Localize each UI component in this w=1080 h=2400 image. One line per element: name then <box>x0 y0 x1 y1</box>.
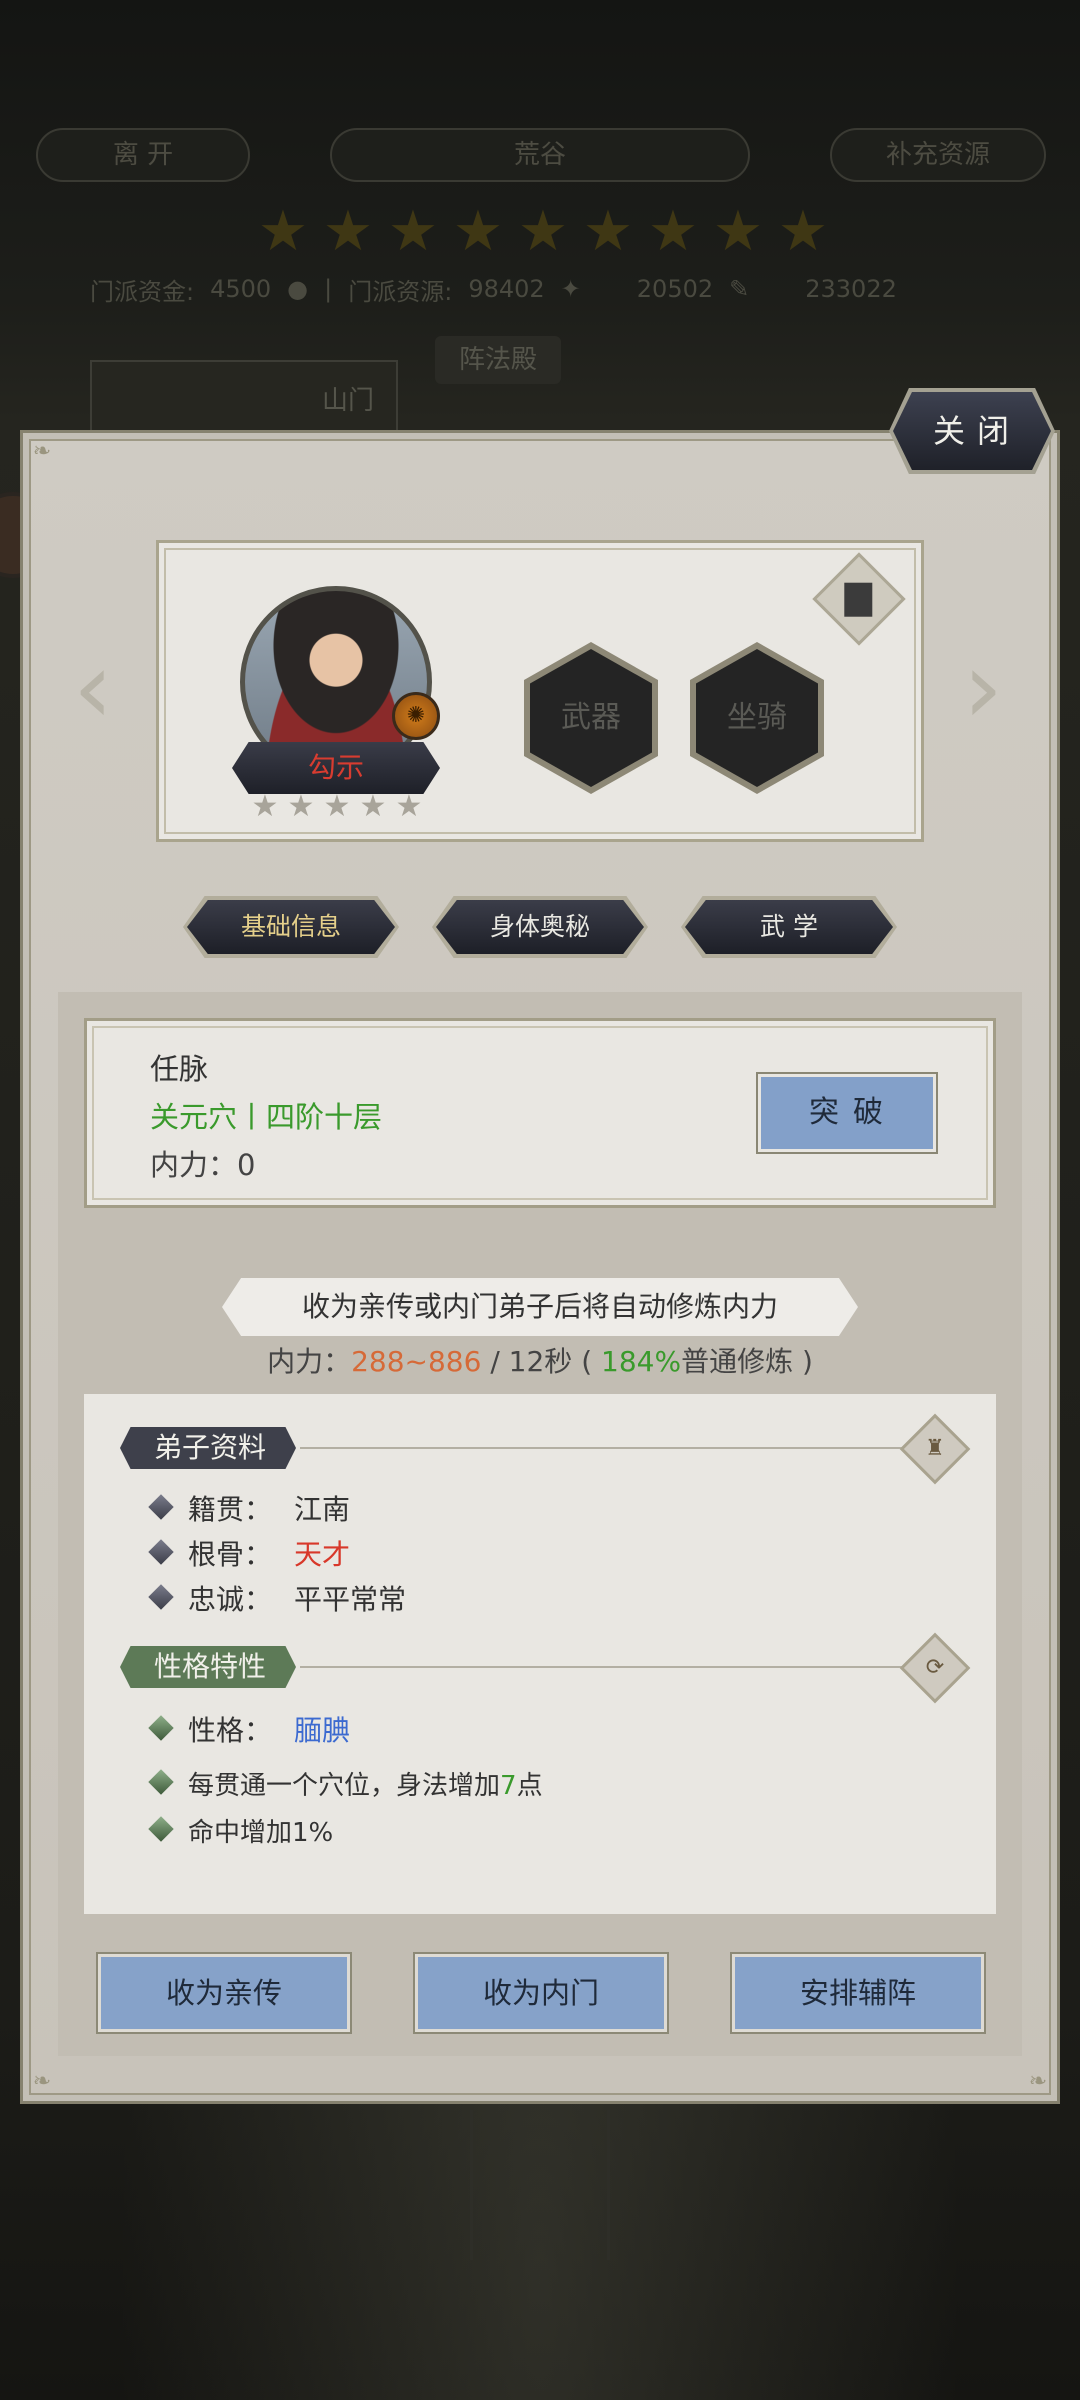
breakthrough-button[interactable]: 突破 <box>758 1074 936 1152</box>
rate-mid: / 12秒 ( <box>481 1345 602 1378</box>
leave-button[interactable]: 离 开 <box>36 128 250 182</box>
star-icon: ★ <box>359 789 387 824</box>
character-name: 勾示 <box>232 742 440 794</box>
cultivation-notice: 收为亲传或内门弟子后将自动修炼内力 <box>222 1278 858 1336</box>
rate-range: 288~886 <box>351 1345 482 1378</box>
tab-label: 基础信息 <box>187 900 395 954</box>
rate-suffix: 普通修炼 ) <box>681 1345 813 1378</box>
trait-effect-1-suffix: 点 <box>516 1771 543 1801</box>
previous-arrow-icon[interactable]: ‹ <box>68 638 118 738</box>
character-stars: ★ ★ ★ ★ ★ <box>250 792 424 822</box>
star-icon: ★ <box>582 199 634 264</box>
make-inner-disciple-button[interactable]: 收为内门 <box>415 1954 667 2032</box>
rate-prefix: 内力： <box>267 1345 352 1378</box>
trait-effect-1: 每贯通一个穴位，身法增加7点 <box>188 1765 543 1802</box>
tab-body-secrets[interactable]: 身体奥秘 <box>432 896 648 958</box>
tab-basic-info[interactable]: 基础信息 <box>183 896 399 958</box>
resource-4-value: 233022 <box>805 275 897 303</box>
trait-effect-1-number: 7 <box>500 1771 517 1801</box>
star-icon: ★ <box>452 199 504 264</box>
star-icon: ★ <box>777 199 829 264</box>
corner-ornament: ❧ <box>32 2069 52 2094</box>
formation-hall-tab[interactable]: 阵法殿 <box>435 336 561 384</box>
trait-value: 腼腆 <box>294 1714 351 1747</box>
make-direct-disciple-button[interactable]: 收为亲传 <box>98 1954 350 2032</box>
close-button[interactable]: 关闭 <box>893 392 1051 470</box>
sect-rating-stars: ★ ★ ★ ★ ★ ★ ★ ★ ★ <box>255 204 835 260</box>
star-icon: ★ <box>322 199 374 264</box>
next-arrow-icon[interactable]: › <box>958 638 1008 738</box>
sect-badge-icon: ✺ <box>392 692 440 740</box>
leaf-icon: ✦ <box>560 275 581 303</box>
sect-resources-label: 门派资源: <box>348 277 453 306</box>
tab-label: 武 学 <box>685 900 893 954</box>
rate-percent: 184% <box>601 1345 682 1378</box>
star-icon: ★ <box>647 199 699 264</box>
star-icon: ★ <box>287 789 315 824</box>
origin-value: 江南 <box>294 1493 351 1526</box>
meridian-level: 关元穴丨四阶十层 <box>150 1100 383 1134</box>
star-icon: ★ <box>517 199 569 264</box>
aptitude-value: 天才 <box>294 1538 351 1571</box>
trait-effect-1-prefix: 每贯通一个穴位，身法增加 <box>188 1771 501 1801</box>
aptitude-label: 根骨： <box>188 1538 273 1571</box>
tab-martial-arts[interactable]: 武 学 <box>681 896 897 958</box>
loyalty-label: 忠诚： <box>188 1583 273 1616</box>
corner-ornament: ❧ <box>1028 2069 1048 2094</box>
sect-funds-value: 4500 <box>210 275 272 303</box>
meridian-title: 任脉 <box>150 1052 209 1086</box>
cultivation-rate: 内力：288~886 / 12秒 ( 184%普通修炼 ) <box>0 1340 1080 1380</box>
section-divider <box>300 1666 920 1668</box>
personality-title: 性格特性 <box>120 1646 297 1688</box>
resource-bar: 门派资金: 4500 ● | 门派资源: 98402 ✦ 20502 ✎ 233… <box>90 272 990 306</box>
corner-ornament: ❧ <box>32 439 52 464</box>
star-icon: ★ <box>251 789 279 824</box>
star-icon: ★ <box>395 789 423 824</box>
disciple-info-title: 弟子资料 <box>120 1427 297 1469</box>
star-icon: ★ <box>387 199 439 264</box>
tool-icon: ✎ <box>729 275 750 303</box>
sect-resources-value: 98402 <box>468 275 545 303</box>
sect-funds-label: 门派资金: <box>90 277 195 306</box>
weapon-slot-label: 武器 <box>530 649 652 787</box>
trait-label: 性格： <box>188 1714 273 1747</box>
coin-icon: ● <box>287 275 309 303</box>
section-divider <box>300 1447 920 1449</box>
meridian-power: 内力：0 <box>150 1148 256 1182</box>
divider: | <box>324 275 333 303</box>
replenish-resources-button[interactable]: 补充资源 <box>830 128 1046 182</box>
pavilion-silhouette <box>470 2110 610 2260</box>
loyalty-value: 平平常常 <box>294 1583 407 1616</box>
mount-slot-label: 坐骑 <box>696 649 818 787</box>
origin-label: 籍贯： <box>188 1493 273 1526</box>
star-icon: ★ <box>712 199 764 264</box>
star-icon: ★ <box>257 199 309 264</box>
trait-effect-2: 命中增加1% <box>188 1818 334 1848</box>
star-icon: ★ <box>323 789 351 824</box>
resource-3-value: 20502 <box>636 275 714 303</box>
location-title: 荒谷 <box>330 128 750 182</box>
assign-formation-button[interactable]: 安排辅阵 <box>732 1954 984 2032</box>
tab-label: 身体奥秘 <box>436 900 644 954</box>
